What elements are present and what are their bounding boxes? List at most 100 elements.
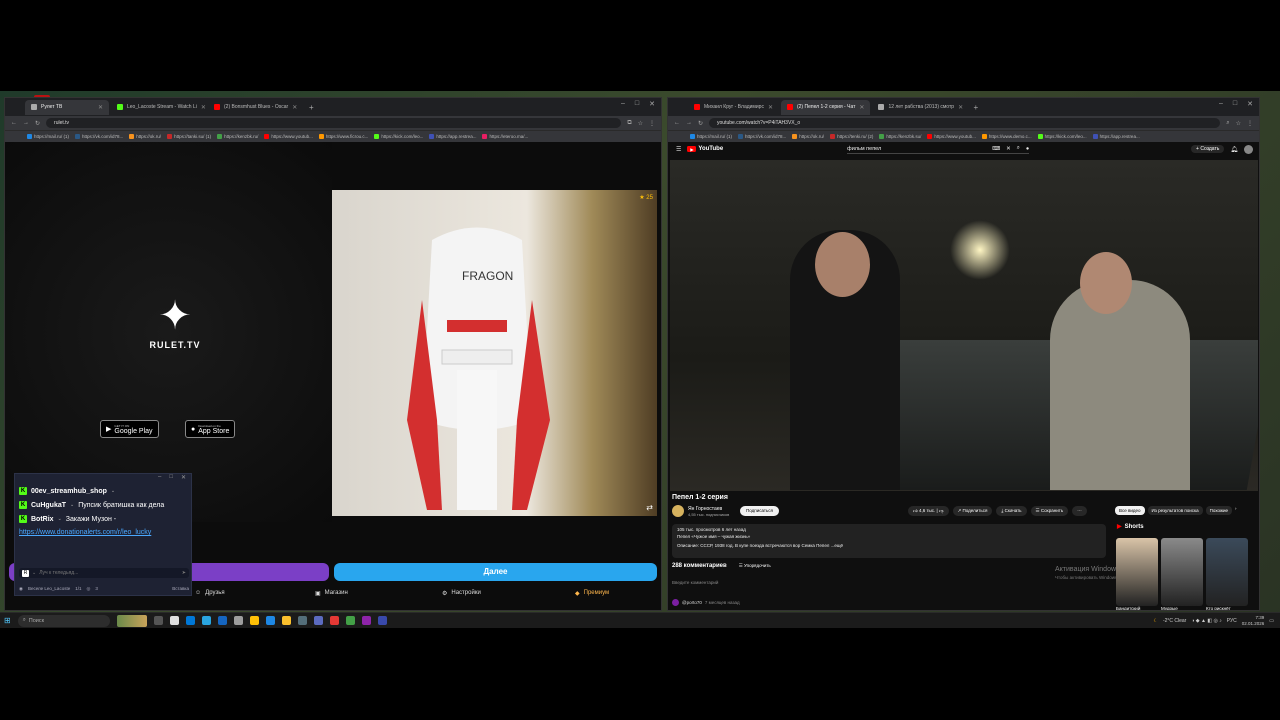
keyboard-icon[interactable]: ⌨ [992, 146, 1000, 152]
share-button[interactable]: ↗ Поделиться [952, 506, 993, 516]
app-store-button[interactable]: ● Download on the App Store [185, 420, 236, 438]
edge-icon[interactable] [185, 616, 195, 625]
clear-search-icon[interactable]: ✕ [1006, 146, 1011, 152]
bookmark-item[interactable]: https://eteroo.ma/... [482, 134, 528, 139]
language-indicator[interactable]: РУС [1227, 618, 1237, 624]
nav-shop[interactable]: ▣ Магазин [315, 590, 348, 597]
new-tab-button[interactable]: + [969, 103, 982, 112]
file-explorer-icon[interactable] [249, 616, 259, 625]
download-button[interactable]: ⤓ Скачать [996, 506, 1027, 516]
channel-avatar[interactable] [672, 505, 684, 517]
url-field[interactable]: rulet.tv [46, 118, 622, 128]
chat-username[interactable]: BotRix [31, 516, 54, 523]
short-thumb-2[interactable] [1161, 538, 1203, 606]
close-tab-icon[interactable]: ✕ [98, 104, 103, 111]
sort-button[interactable]: ☰ Упорядочить [739, 563, 771, 569]
bookmark-item[interactable]: https://tanki.su/ (1) [167, 134, 211, 139]
bookmark-item[interactable]: https://www.ficrou.c... [318, 134, 368, 139]
menu-icon[interactable]: ⋮ [1247, 120, 1253, 127]
notifications-icon[interactable]: ▭ [1269, 618, 1274, 624]
add-comment-input[interactable]: Введите комментарий [672, 580, 718, 585]
subscribe-button[interactable]: Подписаться [740, 506, 779, 516]
reload-icon[interactable]: ↻ [698, 120, 703, 127]
bookmark-item[interactable]: https://kenzbk.su/ [879, 134, 921, 139]
short-thumb-3[interactable] [1206, 538, 1248, 606]
bookmark-item[interactable]: https://vk.com/id78... [738, 134, 786, 139]
video-description[interactable]: 105 тыс. просмотров 6 лет назад Пепел «Ч… [672, 524, 1106, 558]
close-tab-icon[interactable]: ✕ [859, 104, 864, 111]
commenter-name[interactable]: @porto70 [682, 600, 702, 605]
bookmark-item[interactable]: https://app.restrea... [1092, 134, 1140, 139]
tray-icons[interactable]: ◑ ◆ ▲ ◧ ◎ ♪ [1191, 618, 1221, 624]
tab-mikhail-krug[interactable]: Михаил Круг - Владимирс ✕ [688, 100, 779, 115]
save-button[interactable]: ☰ Сохранить [1030, 506, 1069, 516]
tab-12-years[interactable]: 12 лет рабства (2013) смотр ✕ [872, 100, 967, 115]
more-actions-icon[interactable]: ⋯ [1072, 506, 1087, 516]
bookmark-item[interactable]: https://mail.ru/ (1) [27, 134, 69, 139]
close-window-icon[interactable]: ✕ [649, 100, 655, 108]
extensions-icon[interactable]: ⧉ [627, 120, 631, 127]
donation-link[interactable]: https://www.donationalerts.com/r/leo_luc… [15, 526, 191, 539]
telegram-icon[interactable] [201, 616, 211, 625]
forward-icon[interactable]: → [23, 120, 29, 126]
chip-all[interactable]: Все видео [1115, 506, 1145, 515]
chat-username[interactable]: CuHgukaT [31, 502, 66, 509]
chip-similar[interactable]: Похожие [1205, 506, 1233, 515]
like-button[interactable]: 👍︎ 4,6 тыс. | 👎︎ [908, 506, 949, 516]
bookmark-item[interactable]: https://www.youtub... [927, 134, 976, 139]
commenter-avatar[interactable] [672, 599, 679, 606]
app-icon[interactable] [265, 616, 275, 625]
maximize-icon[interactable]: □ [169, 474, 173, 484]
send-icon[interactable]: ➤ [182, 570, 186, 576]
youtube-logo[interactable]: ▶ YouTube [687, 146, 723, 152]
app-icon[interactable] [169, 616, 179, 625]
taskbar-search[interactable]: ⌕ Поиск [17, 614, 110, 627]
weather-text[interactable]: -2°C Clear [1163, 618, 1186, 624]
chat-username[interactable]: 00ev_streamhub_shop [31, 488, 107, 495]
clock[interactable]: 7:39 02.01.2026 [1242, 615, 1265, 626]
bookmark-item[interactable]: https://kick.com/leo... [1037, 134, 1087, 139]
microphone-icon[interactable]: ● [1026, 146, 1029, 152]
windows-start-icon[interactable]: ⊞ [4, 616, 11, 625]
tab-pepel[interactable]: (2) Пепел 1-2 серия - Чат ✕ [780, 99, 871, 115]
bookmark-item[interactable]: https://tenki.ru/ (2) [830, 134, 873, 139]
new-tab-button[interactable]: + [305, 103, 318, 112]
folder-icon[interactable] [281, 616, 291, 625]
channel-info[interactable]: Ян Горностаев 4,55 тыс. подписчиков [672, 505, 729, 517]
nav-premium[interactable]: ◆ Премиум [575, 590, 609, 597]
hamburger-icon[interactable]: ☰ [676, 146, 681, 153]
close-tab-icon[interactable]: ✕ [958, 104, 963, 111]
bookmark-item[interactable]: https://www.youtub... [264, 134, 313, 139]
tab-rulet[interactable]: Рулет ТВ ✕ [25, 99, 109, 115]
app-icon[interactable] [297, 616, 307, 625]
close-tab-icon[interactable]: ✕ [292, 104, 297, 111]
avatar[interactable] [1244, 144, 1253, 154]
bookmark-item[interactable]: https://app.restrea... [429, 134, 476, 139]
menu-icon[interactable]: ⋮ [649, 120, 655, 127]
back-icon[interactable]: ← [11, 120, 17, 126]
bookmark-item[interactable]: https://kick.com/leo... [374, 134, 423, 139]
search-icon[interactable]: ⌕ [1226, 120, 1229, 127]
close-tab-icon[interactable]: ✕ [768, 104, 773, 111]
reload-icon[interactable]: ↻ [35, 120, 40, 127]
bookmark-item[interactable]: https://www.demo.c... [981, 134, 1032, 139]
bookmark-star-icon[interactable]: ☆ [1236, 120, 1241, 127]
bookmark-item[interactable]: https://mail.ru/ (1) [690, 134, 732, 139]
chip-from-search[interactable]: Из результатов поиска [1147, 506, 1203, 515]
discord-icon[interactable] [313, 616, 323, 625]
maximize-icon[interactable]: □ [635, 100, 639, 108]
chat-footer-extra[interactable]: Вставка [172, 586, 189, 591]
chat-input[interactable]: R ⌄ Луч к теледьяд... ➤ [19, 568, 189, 578]
nav-friends[interactable]: ☺ Друзья [195, 590, 225, 596]
bookmark-item[interactable]: https://kenzbk.ru/ [217, 134, 258, 139]
chevron-right-icon[interactable]: › [1235, 506, 1237, 515]
camera-switch-icon[interactable]: ⇄ [646, 503, 653, 512]
bookmark-star-icon[interactable]: ☆ [638, 120, 643, 127]
minimize-icon[interactable]: – [158, 474, 161, 484]
google-play-button[interactable]: ▶ GET IT ON Google Play [100, 420, 159, 438]
close-tab-icon[interactable]: ✕ [201, 104, 206, 111]
minimize-icon[interactable]: – [621, 100, 625, 108]
bookmark-item[interactable]: https://vk.com/id78... [75, 134, 123, 139]
bookmark-item[interactable]: https://ok.ru/ [792, 134, 824, 139]
url-field[interactable]: youtube.com/watch?v=P4iTAH3VX_o [709, 118, 1221, 128]
